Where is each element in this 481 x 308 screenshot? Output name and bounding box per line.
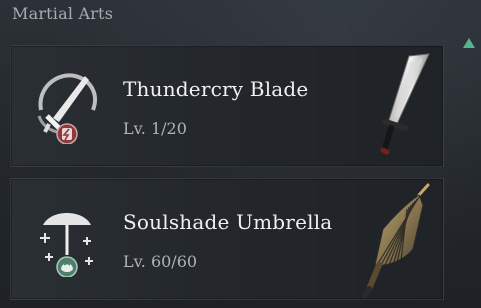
weapon-level: Lv. 60/60 — [123, 252, 198, 271]
sword-artwork — [333, 46, 443, 166]
umbrella-artwork — [333, 179, 443, 299]
weapon-level: Lv. 1/20 — [123, 119, 187, 138]
scroll-up-icon[interactable] — [463, 38, 475, 48]
soulshade-umbrella-icon — [31, 199, 103, 278]
weapon-card-soulshade-umbrella[interactable]: Soulshade Umbrella Lv. 60/60 — [10, 178, 444, 300]
weapon-name: Soulshade Umbrella — [123, 210, 333, 234]
thundercry-blade-icon — [31, 66, 103, 145]
weapon-card-thundercry-blade[interactable]: Thundercry Blade Lv. 1/20 — [10, 45, 444, 167]
weapon-name: Thundercry Blade — [123, 77, 309, 101]
section-title: Martial Arts — [12, 4, 114, 23]
